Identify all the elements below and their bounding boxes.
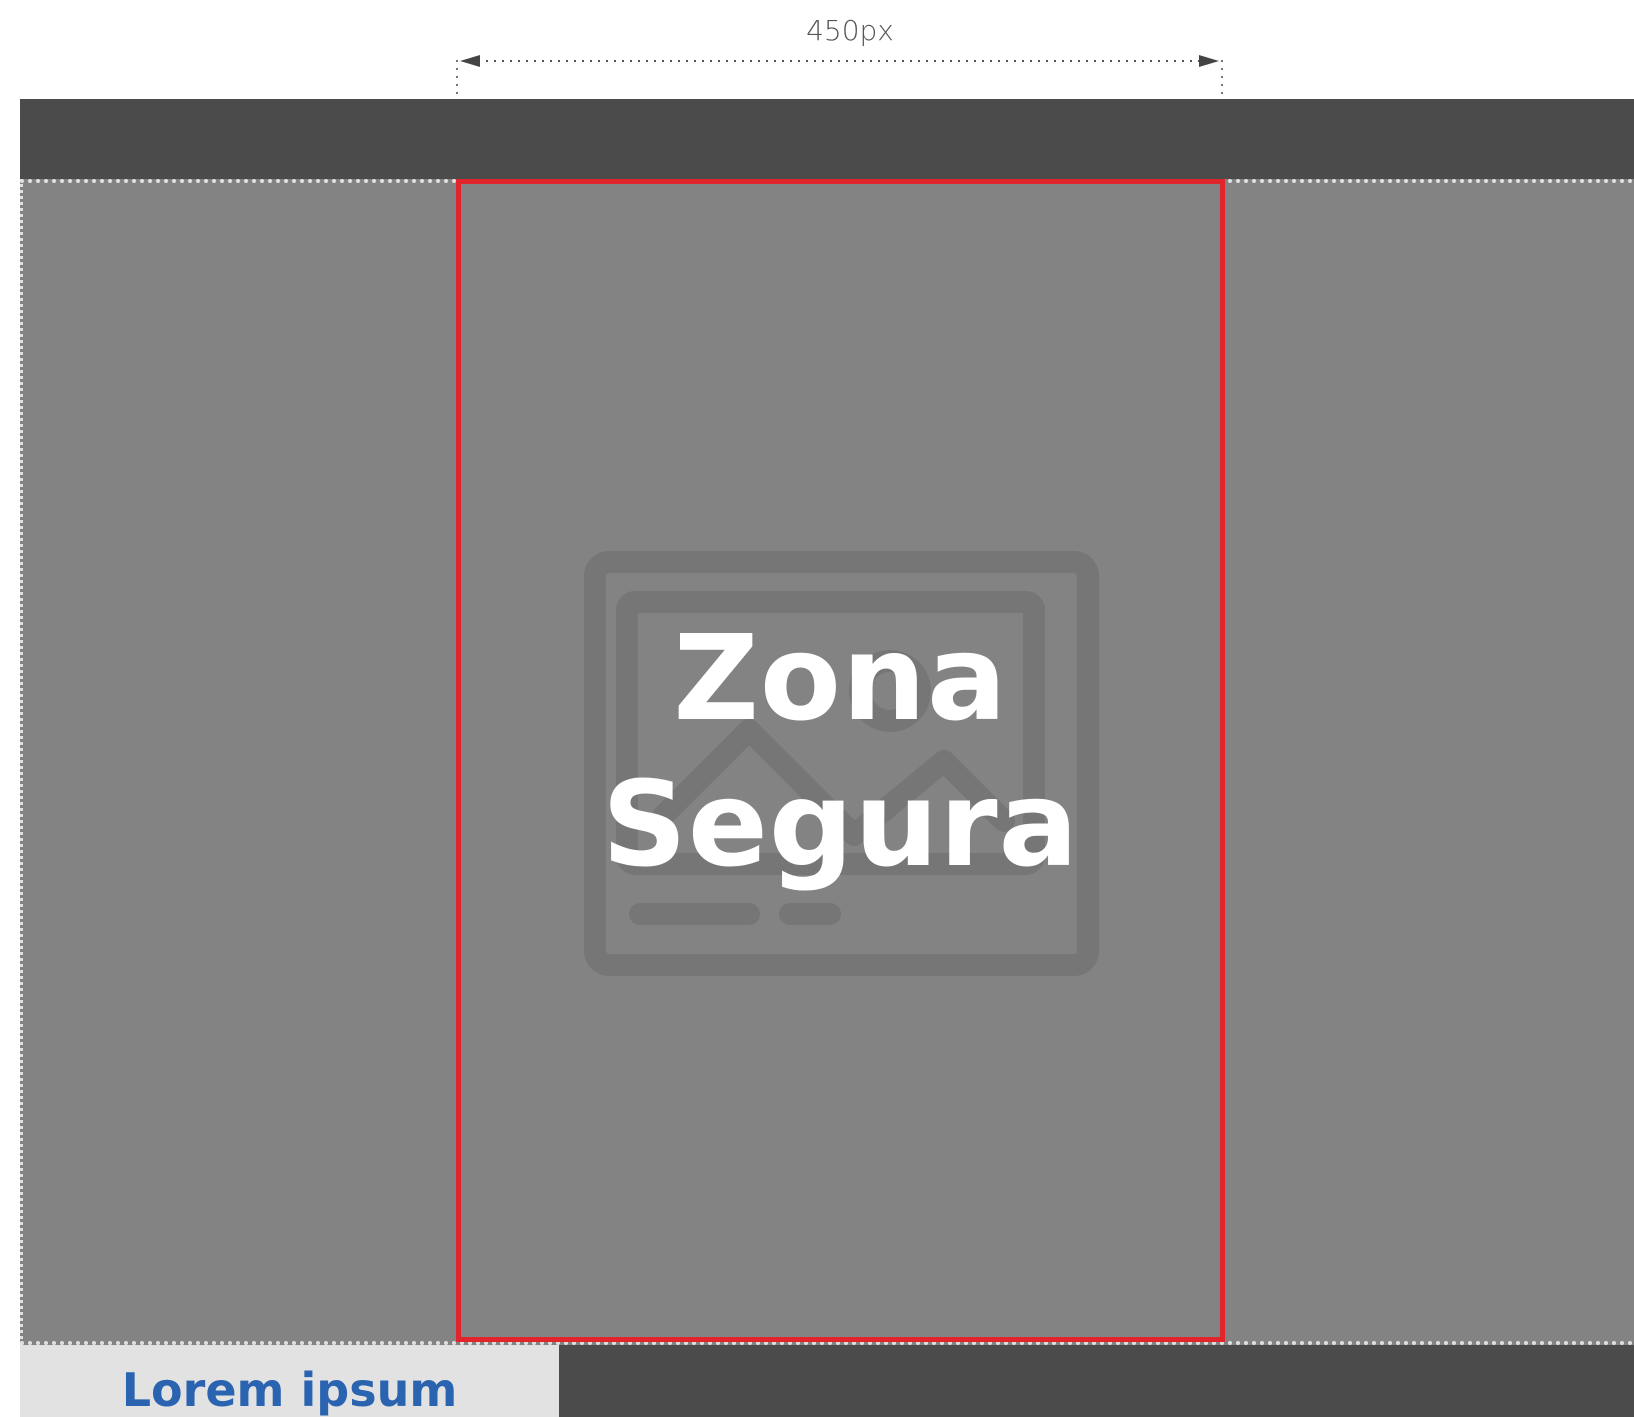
header-bar [20,99,1634,179]
safe-zone-title-line1: Zona [673,609,1008,747]
layout-diagram: 450px Zona Segura Lorem ipsum [0,0,1634,1417]
width-dimension-label: 450px [806,14,894,47]
safe-zone-title-line2: Segura [601,755,1080,893]
footer-tab-label: Lorem ipsum [121,1363,458,1417]
safe-zone-title: Zona Segura [456,605,1225,897]
